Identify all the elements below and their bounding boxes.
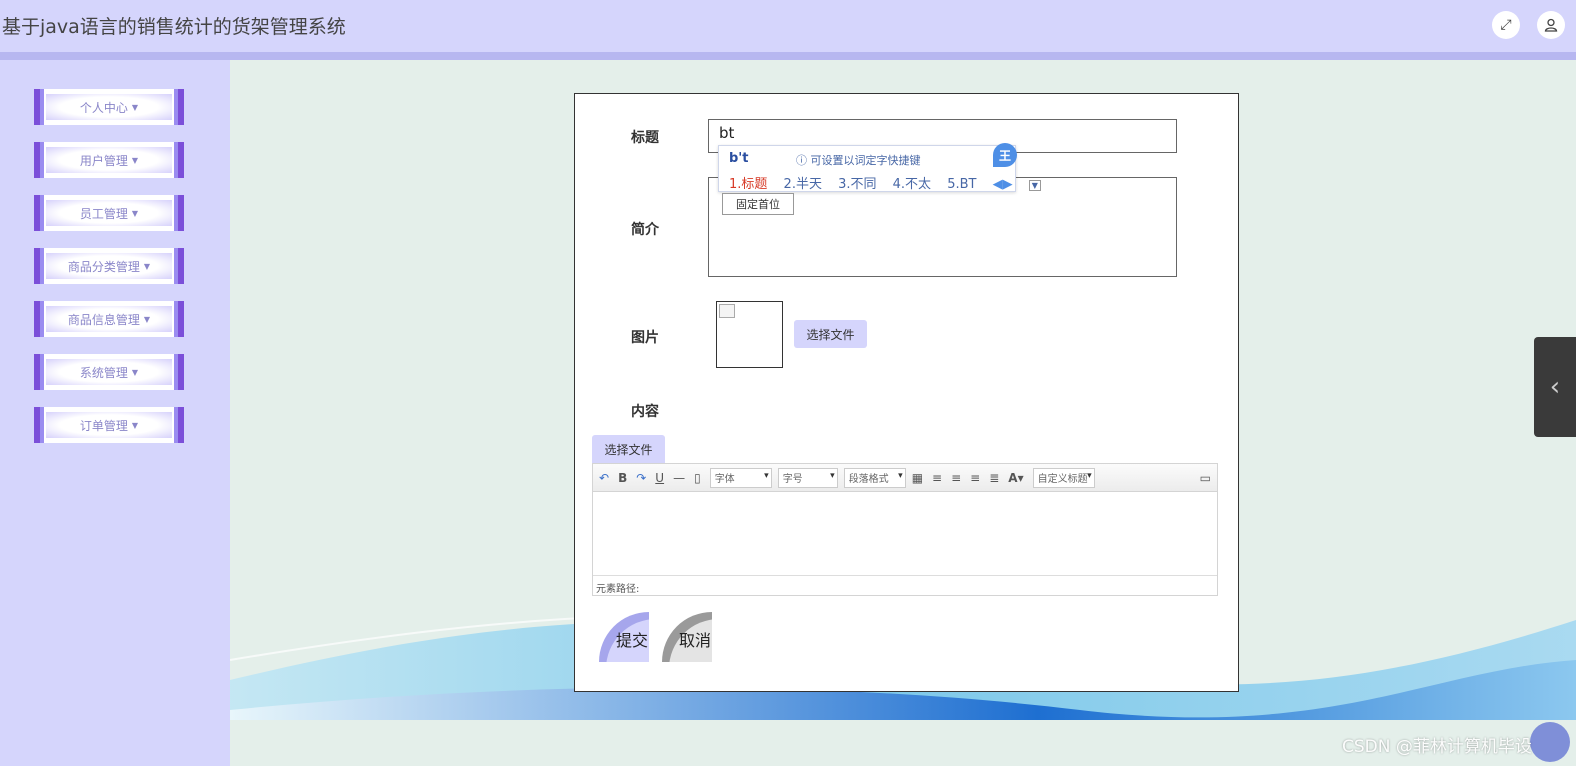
underline-icon[interactable]: U <box>655 471 664 485</box>
header-divider <box>0 52 1576 60</box>
caret-down-icon: ▼ <box>143 314 151 324</box>
cancel-button[interactable]: 取消 <box>662 612 712 662</box>
title-label: 标题 <box>631 130 659 146</box>
ime-tip: ⓘ 可设置以词定字快捷键 <box>796 154 921 167</box>
redo-icon[interactable]: ↷ <box>636 471 646 485</box>
font-size-select[interactable]: 字号 <box>777 467 838 488</box>
chevron-left-icon[interactable]: ‹ <box>1534 337 1576 437</box>
sidebar-item-label: 商品信息管理 <box>67 312 140 327</box>
align-left-icon[interactable]: ≡ <box>932 471 942 485</box>
font-select[interactable]: 字体 <box>709 467 772 488</box>
cancel-label: 取消 <box>678 631 711 650</box>
sidebar-item-label: 用户管理 <box>79 153 128 168</box>
ime-candidate[interactable]: 2.半天 <box>784 177 822 192</box>
editor-toolbar: ↶ B ↷ U — ▯ 字体 字号 段落格式 ▦ ≡ ≡ ≡ ≣ A▾ 自定义标… <box>593 464 1217 492</box>
caret-down-icon: ▼ <box>143 261 151 271</box>
rich-text-editor: ↶ B ↷ U — ▯ 字体 字号 段落格式 ▦ ≡ ≡ ≡ ≣ A▾ 自定义标… <box>592 463 1218 596</box>
content-file-button[interactable]: 选择文件 <box>592 435 665 463</box>
sidebar-item-system-management[interactable]: 系统管理 ▼ <box>34 354 184 390</box>
broken-image-icon <box>719 304 735 318</box>
horizontal-rule-icon[interactable]: — <box>673 471 685 485</box>
undo-icon[interactable]: ↶ <box>599 471 609 485</box>
custom-title-select[interactable]: 自定义标题 <box>1032 467 1095 488</box>
sidebar-item-category-management[interactable]: 商品分类管理 ▼ <box>34 248 184 284</box>
content-label: 内容 <box>631 404 659 420</box>
caret-down-icon: ▼ <box>131 155 139 165</box>
paragraph-format-select[interactable]: 段落格式 <box>843 467 906 488</box>
image-file-button[interactable]: 选择文件 <box>794 320 867 348</box>
ime-page-arrows-icon[interactable]: ◀▶ <box>993 177 1013 192</box>
sidebar-item-personal-center[interactable]: 个人中心 ▼ <box>34 89 184 125</box>
user-icon[interactable] <box>1537 11 1565 39</box>
expand-icon[interactable]: ⤢ <box>1492 11 1520 39</box>
image-label: 图片 <box>631 330 659 346</box>
editor-status-bar: 元素路径: <box>593 575 1217 595</box>
sidebar-item-product-management[interactable]: 商品信息管理 ▼ <box>34 301 184 337</box>
intro-label: 简介 <box>631 222 659 238</box>
sidebar-item-label: 员工管理 <box>79 206 128 221</box>
bold-icon[interactable]: B <box>618 471 627 485</box>
align-justify-icon[interactable]: ≣ <box>989 471 999 485</box>
table-icon[interactable]: ▦ <box>912 471 923 485</box>
top-header: 基于java语言的销售统计的货架管理系统 ⤢ <box>0 0 1576 52</box>
sidebar-item-label: 系统管理 <box>79 365 128 380</box>
sidebar-item-user-management[interactable]: 用户管理 ▼ <box>34 142 184 178</box>
caret-down-icon: ▼ <box>131 367 139 377</box>
ime-candidate[interactable]: 4.不太 <box>893 177 931 192</box>
caret-down-icon: ▼ <box>131 102 139 112</box>
document-icon[interactable]: ▯ <box>694 471 701 485</box>
ime-logo-icon: 王 <box>993 143 1017 167</box>
image-preview <box>716 301 783 368</box>
sidebar-item-order-management[interactable]: 订单管理 ▼ <box>34 407 184 443</box>
sidebar: 个人中心 ▼ 用户管理 ▼ 员工管理 ▼ 商品分类管理 ▼ 商品信息管理 ▼ 系统管理 ▼ … <box>0 60 230 766</box>
ime-candidates: 1.标题 2.半天 3.不同 4.不太 5.BT ◀▶ ▼ <box>729 173 1053 192</box>
ime-candidate[interactable]: 1.标题 <box>729 177 767 192</box>
sidebar-item-employee-management[interactable]: 员工管理 ▼ <box>34 195 184 231</box>
align-right-icon[interactable]: ≡ <box>951 471 961 485</box>
ime-expand-icon[interactable]: ▼ <box>1028 180 1041 191</box>
align-center-icon[interactable]: ≡ <box>970 471 980 485</box>
submit-label: 提交 <box>615 631 648 650</box>
caret-down-icon: ▼ <box>131 420 139 430</box>
font-color-icon[interactable]: A▾ <box>1008 471 1023 485</box>
ime-candidate[interactable]: 3.不同 <box>838 177 876 192</box>
intro-textarea[interactable] <box>708 177 1177 277</box>
ime-candidate[interactable]: 5.BT <box>947 177 976 192</box>
floating-assistant-icon[interactable] <box>1530 722 1570 762</box>
ime-candidate-popup: b't ⓘ 可设置以词定字快捷键 1.标题 2.半天 3.不同 4.不太 5.B… <box>718 145 1041 192</box>
sidebar-item-label: 订单管理 <box>79 418 128 433</box>
caret-down-icon: ▼ <box>131 208 139 218</box>
app-title: 基于java语言的销售统计的货架管理系统 <box>2 16 346 38</box>
fullscreen-icon[interactable]: ▭ <box>1200 471 1211 485</box>
submit-button[interactable]: 提交 <box>599 612 649 662</box>
editor-content-area[interactable] <box>593 493 1217 575</box>
ime-pin-button[interactable]: 固定首位 <box>722 193 794 215</box>
watermark: CSDN @菲林计算机毕设 <box>1342 737 1532 757</box>
sidebar-item-label: 商品分类管理 <box>67 259 140 274</box>
sidebar-item-label: 个人中心 <box>79 100 128 115</box>
ime-code: b't <box>729 151 749 166</box>
